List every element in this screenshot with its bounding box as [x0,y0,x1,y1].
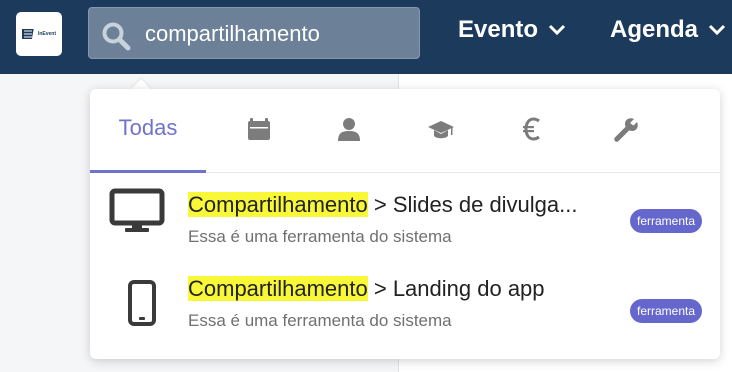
menu-evento-label: Evento [458,16,539,43]
menu-agenda[interactable]: Agenda [610,16,726,44]
chevron-down-icon [548,24,566,36]
desktop-icon [109,188,165,232]
tab-courses[interactable] [406,89,476,173]
result-badge: ferramenta [630,209,703,233]
tab-people[interactable] [314,89,384,173]
tab-todas[interactable]: Todas [90,89,206,173]
tab-calendar[interactable] [224,89,294,173]
result-badge: ferramenta [630,299,703,323]
tab-finance[interactable] [498,89,568,173]
menu-evento[interactable]: Evento [458,16,566,44]
result-title-highlight: Compartilhamento [188,276,368,301]
search-icon [102,22,131,51]
app-logo[interactable]: InEvent [16,12,62,56]
search-results-dropdown: Todas Compartilhamento > Slides de divul… [90,89,720,359]
wrench-icon [614,118,638,142]
search-result-item[interactable]: Compartilhamento > Slides de divulga... … [90,179,720,269]
chevron-down-icon [708,24,726,36]
calendar-icon [248,118,270,140]
tab-tools[interactable] [590,89,660,173]
tab-todas-label: Todas [118,114,178,140]
result-title: Compartilhamento > Landing do app [188,276,545,302]
search-input[interactable] [145,18,405,50]
result-subtitle: Essa é uma ferramenta do sistema [188,311,452,330]
result-subtitle: Essa é uma ferramenta do sistema [188,227,452,246]
result-title-highlight: Compartilhamento [188,192,368,217]
top-navbar: InEvent Evento Agenda [0,0,732,74]
menu-agenda-label: Agenda [610,16,699,43]
logo-mark-icon [21,29,34,39]
search-result-item[interactable]: Compartilhamento > Landing do app Essa é… [90,271,720,361]
mobile-icon [128,280,156,326]
search-box[interactable] [88,7,420,59]
euro-icon [523,117,540,141]
filter-tabs: Todas [90,89,720,173]
result-title-rest: > Slides de divulga... [367,192,578,217]
person-icon [338,118,360,141]
logo-text: InEvent [37,31,57,37]
result-title: Compartilhamento > Slides de divulga... [188,192,578,218]
graduation-cap-icon [428,121,454,139]
result-title-rest: > Landing do app [367,276,545,301]
